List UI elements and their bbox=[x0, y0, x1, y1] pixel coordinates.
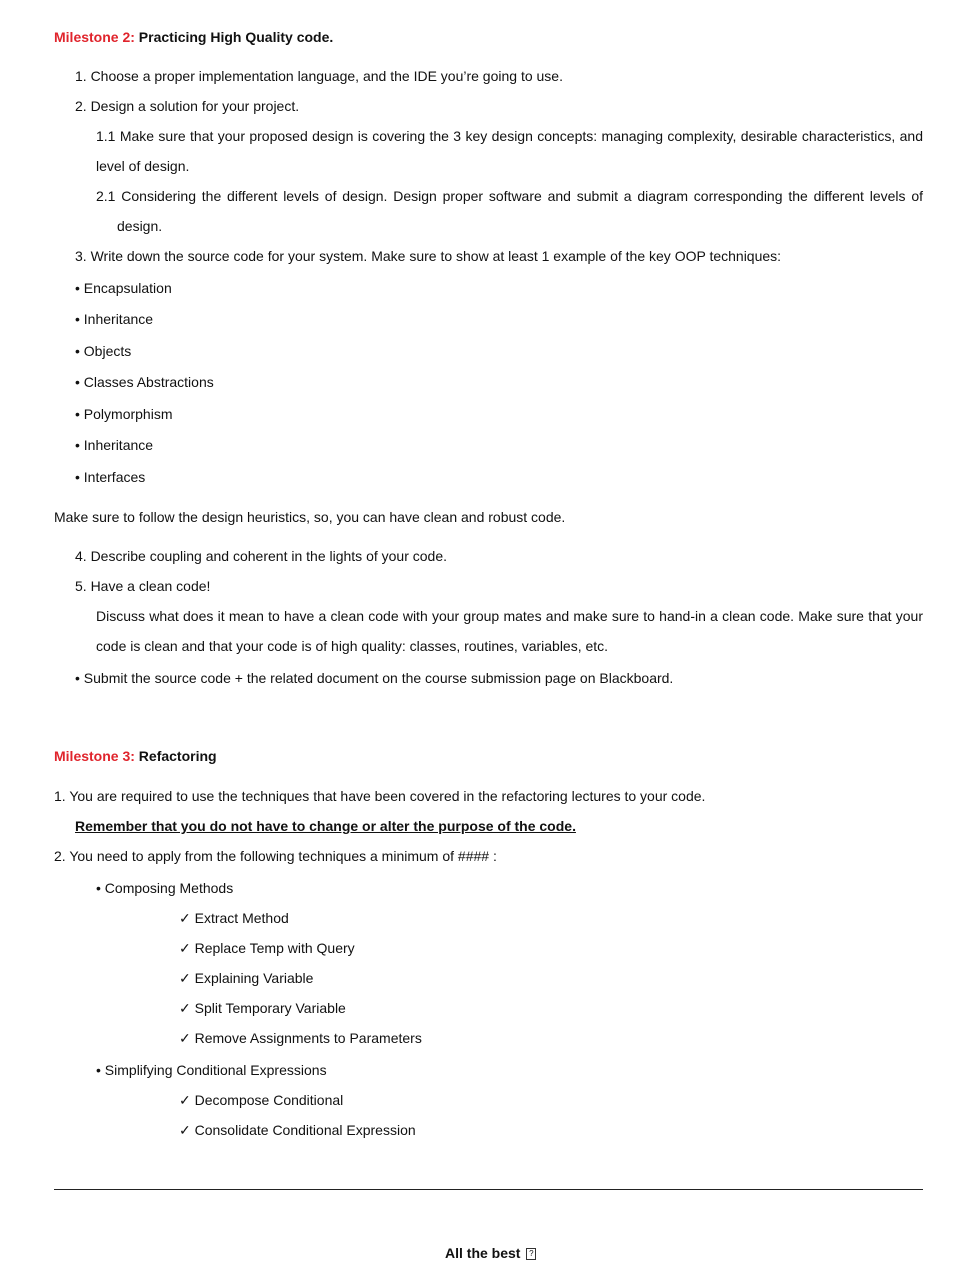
footer: All the best ? bbox=[445, 1245, 537, 1261]
clean-code-line1: Discuss what does it mean to have a clea… bbox=[96, 608, 923, 624]
oop-technique-item: • Encapsulation bbox=[75, 280, 172, 296]
technique-item: ✓ Consolidate Conditional Expression bbox=[179, 1122, 416, 1138]
m2-sub-2-1-line1: 2.1 Considering the different levels of … bbox=[96, 188, 923, 204]
m2-sub-1-1-line2: level of design. bbox=[96, 158, 190, 174]
technique-item: ✓ Replace Temp with Query bbox=[179, 940, 355, 956]
heuristics-note: Make sure to follow the design heuristic… bbox=[54, 509, 566, 525]
footer-text: All the best bbox=[445, 1245, 521, 1261]
m3-reminder: Remember that you do not have to change … bbox=[75, 818, 576, 834]
m3-item-1: 1. You are required to use the technique… bbox=[54, 788, 706, 804]
milestone-3-title: Refactoring bbox=[138, 748, 217, 764]
m2-item-1: 1. Choose a proper implementation langua… bbox=[75, 68, 563, 84]
clean-code-line2: code is clean and that your code is of h… bbox=[96, 638, 609, 654]
m2-item-4: 4. Describe coupling and coherent in the… bbox=[75, 548, 448, 564]
milestone-2-label: Milestone 2: bbox=[54, 29, 135, 45]
oop-technique-item: • Classes Abstractions bbox=[75, 374, 214, 390]
m2-item-5: 5. Have a clean code! bbox=[75, 578, 211, 594]
milestone-2-heading: Milestone 2: Practicing High Quality cod… bbox=[54, 28, 333, 46]
milestone-3-label: Milestone 3: bbox=[54, 748, 135, 764]
oop-technique-item: • Interfaces bbox=[75, 469, 146, 485]
oop-technique-item: • Inheritance bbox=[75, 437, 154, 453]
m3-item-2: 2. You need to apply from the following … bbox=[54, 848, 497, 864]
m2-item-2: 2. Design a solution for your project. bbox=[75, 98, 300, 114]
technique-item: ✓ Decompose Conditional bbox=[179, 1092, 344, 1108]
oop-technique-item: • Objects bbox=[75, 343, 132, 359]
technique-item: ✓ Extract Method bbox=[179, 910, 289, 926]
technique-item: ✓ Split Temporary Variable bbox=[179, 1000, 346, 1016]
technique-item: ✓ Remove Assignments to Parameters bbox=[179, 1030, 422, 1046]
technique-group-composing-methods: • Composing Methods bbox=[96, 880, 234, 896]
m2-sub-2-1-line2: design. bbox=[117, 218, 163, 234]
m2-item-3: 3. Write down the source code for your s… bbox=[75, 248, 782, 264]
m2-sub-1-1-line1: 1.1 Make sure that your proposed design … bbox=[96, 128, 923, 144]
technique-item: ✓ Explaining Variable bbox=[179, 970, 314, 986]
submit-note: • Submit the source code + the related d… bbox=[75, 670, 674, 686]
oop-technique-item: • Polymorphism bbox=[75, 406, 173, 422]
missing-glyph-icon: ? bbox=[526, 1248, 537, 1261]
oop-technique-item: • Inheritance bbox=[75, 311, 154, 327]
milestone-2-title: Practicing High Quality code. bbox=[138, 29, 334, 45]
horizontal-divider bbox=[54, 1189, 923, 1190]
technique-group-simplifying-conditionals: • Simplifying Conditional Expressions bbox=[96, 1062, 327, 1078]
milestone-3-heading: Milestone 3: Refactoring bbox=[54, 747, 217, 765]
